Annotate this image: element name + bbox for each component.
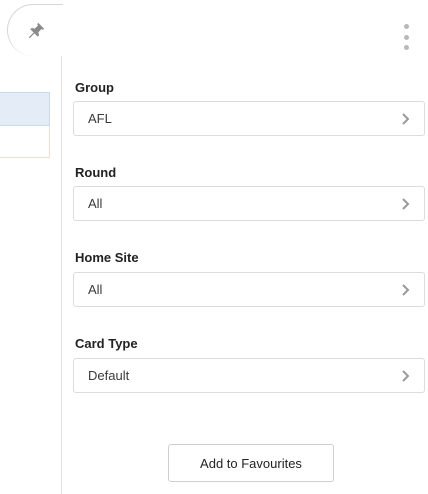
home-site-label: Home Site: [75, 250, 139, 265]
round-select[interactable]: All: [73, 186, 425, 221]
chevron-right-icon: [402, 198, 410, 210]
home-site-value: All: [88, 282, 103, 297]
more-vertical-icon-dot: [403, 34, 409, 40]
more-vertical-icon-dot: [403, 24, 409, 29]
chevron-right-icon: [402, 284, 410, 296]
left-panel: [0, 0, 61, 494]
group-select[interactable]: AFL: [73, 101, 425, 136]
chevron-right-icon: [402, 113, 410, 125]
pin-tab-button[interactable]: [7, 4, 63, 56]
more-options-button[interactable]: [397, 22, 415, 52]
card-type-value: Default: [88, 368, 130, 383]
chevron-right-icon: [402, 370, 410, 382]
card-type-select[interactable]: Default: [73, 358, 425, 393]
filter-panel-screen: Group AFL Round All Home Site All Card T…: [0, 0, 428, 494]
panel-divider: [61, 52, 62, 494]
group-label: Group: [75, 80, 114, 95]
pin-icon: [28, 22, 44, 38]
add-to-favourites-button[interactable]: Add to Favourites: [168, 444, 334, 482]
round-value: All: [88, 196, 103, 211]
round-label: Round: [75, 165, 117, 180]
group-value: AFL: [88, 111, 112, 126]
card-type-label: Card Type: [75, 336, 138, 351]
left-list-row-selected[interactable]: [0, 92, 50, 126]
left-list-row[interactable]: [0, 126, 50, 158]
home-site-select[interactable]: All: [73, 272, 425, 307]
more-vertical-icon-dot: [403, 45, 409, 50]
